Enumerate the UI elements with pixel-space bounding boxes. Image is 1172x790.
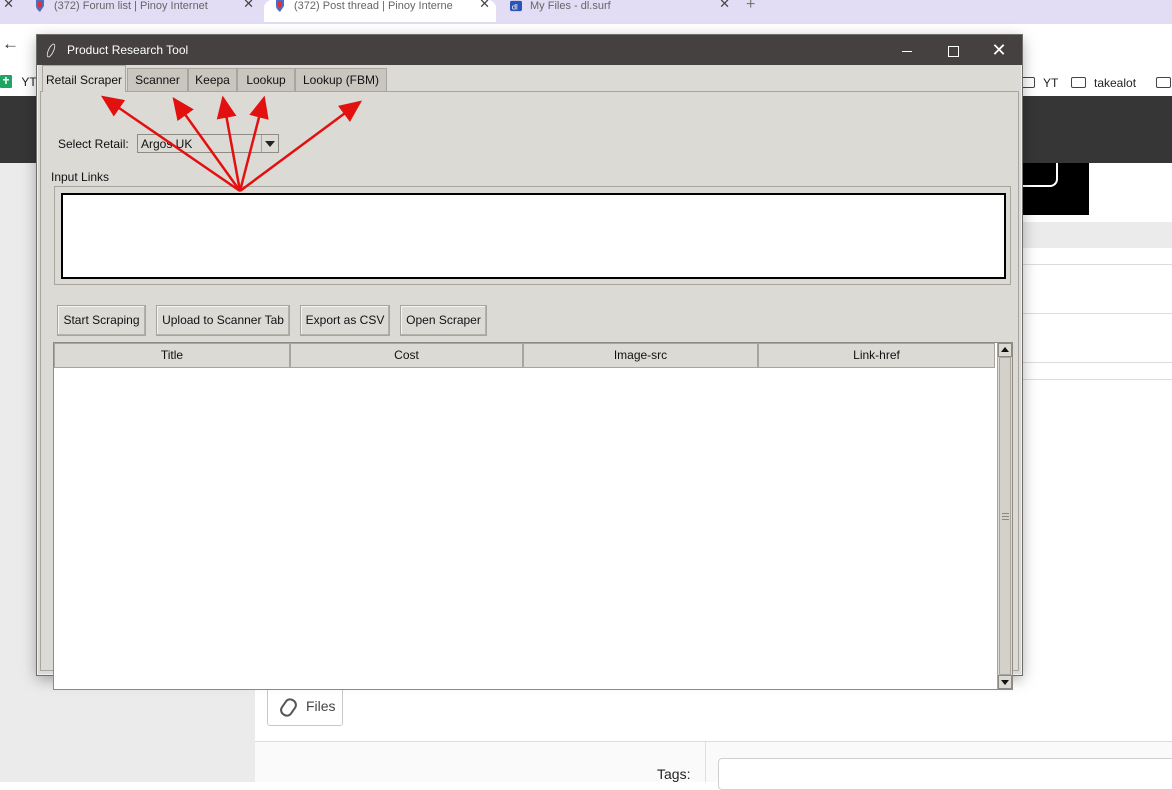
input-links-textarea[interactable] (61, 193, 1006, 279)
open-scraper-button[interactable]: Open Scraper (400, 305, 487, 336)
tab-scanner[interactable]: Scanner (127, 68, 188, 91)
folder-icon (1071, 77, 1086, 88)
upload-to-scanner-button[interactable]: Upload to Scanner Tab (156, 305, 290, 336)
tab-label: Keepa (195, 73, 230, 87)
start-scraping-button[interactable]: Start Scraping (57, 305, 146, 336)
feather-icon (45, 42, 57, 59)
bookmark-label: YT (21, 75, 37, 89)
scroll-up-icon[interactable] (998, 343, 1012, 357)
bookmark-folder-partial[interactable] (1156, 76, 1172, 90)
browser-tab-forum-list[interactable]: (372) Forum list | Pinoy Internet ✕ (24, 0, 260, 22)
tab-lookup-fbm[interactable]: Lookup (FBM) (295, 68, 387, 91)
shield-icon (36, 0, 44, 12)
window-client-area: Retail Scraper Scanner Keepa Lookup Look… (38, 65, 1021, 690)
bookmark-label: takealot (1094, 76, 1137, 90)
tab-retail-scraper[interactable]: Retail Scraper (42, 65, 126, 92)
shield-icon (276, 0, 284, 12)
chevron-down-icon[interactable] (261, 135, 278, 152)
browser-tab-strip: ✕ (372) Forum list | Pinoy Internet ✕ (3… (0, 0, 1172, 24)
retail-select-value: Argos UK (141, 137, 193, 151)
dl-surf-icon: dl (510, 0, 522, 11)
maximize-icon (947, 45, 959, 57)
tab-label: Scanner (135, 73, 180, 87)
tab-label: Lookup (FBM) (302, 73, 380, 87)
window-title: Product Research Tool (67, 43, 189, 57)
files-button[interactable]: Files (267, 687, 343, 726)
retail-select[interactable]: Argos UK (137, 134, 279, 153)
input-links-frame (54, 186, 1011, 285)
maximize-button[interactable] (930, 35, 976, 65)
scrollbar-thumb[interactable] (999, 357, 1011, 675)
close-icon[interactable]: ✕ (479, 0, 490, 10)
tab-label: Lookup (246, 73, 286, 87)
column-header-image-src[interactable]: Image-src (523, 343, 758, 368)
results-table[interactable]: Title Cost Image-src Link-href (53, 342, 1013, 690)
bookmark-yt-sheets[interactable]: YT (0, 75, 37, 89)
svg-text:dl: dl (512, 2, 518, 11)
divider (1020, 313, 1172, 314)
tab-keepa[interactable]: Keepa (188, 68, 237, 91)
bookmark-takealot-folder[interactable]: takealot (1071, 76, 1136, 90)
minimize-icon (902, 50, 912, 52)
grip-line (1002, 519, 1009, 520)
close-icon[interactable]: ✕ (3, 0, 14, 10)
tab-label: Retail Scraper (45, 73, 123, 87)
tags-label: Tags: (657, 766, 691, 782)
vertical-scrollbar[interactable] (997, 343, 1012, 689)
tags-input[interactable] (718, 758, 1172, 790)
close-icon[interactable]: ✕ (719, 0, 730, 10)
back-arrow-icon[interactable]: ← (2, 34, 19, 54)
close-icon[interactable]: ✕ (243, 0, 254, 10)
app-window: Product Research Tool ✕ Retail Scraper S… (37, 35, 1022, 690)
browser-tab-title: My Files - dl.surf (530, 0, 611, 12)
new-tab-icon[interactable]: + (746, 0, 755, 14)
folder-icon (1156, 77, 1171, 88)
column-header-title[interactable]: Title (54, 343, 290, 368)
bookmark-yt-folder[interactable]: YT (1020, 76, 1058, 90)
browser-tab-post-thread[interactable]: (372) Post thread | Pinoy Interne ✕ (264, 0, 496, 22)
browser-tab-my-files[interactable]: dl My Files - dl.surf ✕ (500, 0, 736, 22)
select-retail-label: Select Retail: (58, 137, 129, 151)
grip-line (1002, 516, 1009, 517)
files-button-label: Files (306, 698, 336, 714)
paperclip-icon (277, 695, 300, 720)
window-titlebar[interactable]: Product Research Tool ✕ (37, 35, 1022, 65)
export-csv-button[interactable]: Export as CSV (300, 305, 390, 336)
bookmark-label: YT (1043, 76, 1059, 90)
google-sheets-icon (0, 75, 12, 88)
column-header-cost[interactable]: Cost (290, 343, 523, 368)
minimize-button[interactable] (884, 35, 930, 65)
browser-tab-title: (372) Forum list | Pinoy Internet (54, 0, 208, 12)
header-button-outline[interactable] (1020, 163, 1058, 187)
input-links-label: Input Links (51, 170, 110, 184)
browser-tab-title: (372) Post thread | Pinoy Interne (294, 0, 453, 12)
page-grey-strip (1020, 222, 1172, 248)
scroll-down-icon[interactable] (998, 675, 1012, 689)
close-button[interactable]: ✕ (976, 35, 1022, 65)
retail-scraper-pane: Select Retail: Argos UK Input Links Star… (40, 91, 1019, 690)
divider (705, 742, 706, 782)
grip-line (1002, 513, 1009, 514)
divider (1020, 264, 1172, 265)
divider (1020, 379, 1172, 380)
column-header-link-href[interactable]: Link-href (758, 343, 995, 368)
close-icon: ✕ (991, 40, 1007, 60)
folder-icon (1020, 77, 1035, 88)
divider (1020, 362, 1172, 363)
tab-lookup[interactable]: Lookup (237, 68, 295, 91)
browser-tab-partial[interactable]: ✕ (0, 0, 22, 22)
